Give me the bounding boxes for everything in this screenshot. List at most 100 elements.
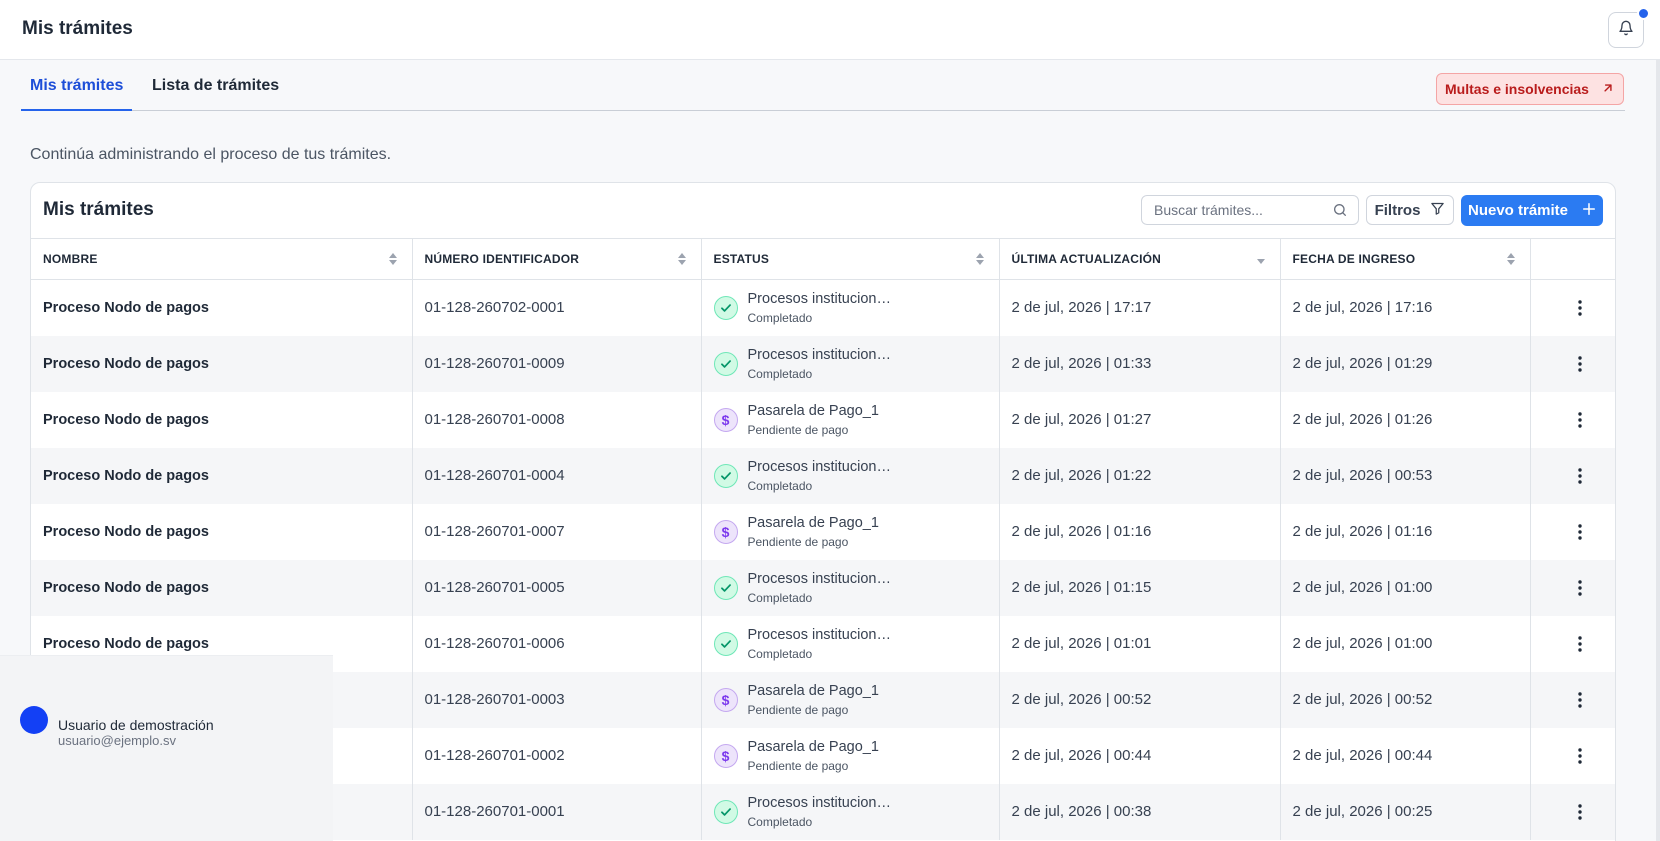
column-header-estatus[interactable]: ESTATUS — [701, 238, 1000, 280]
page-title: Mis trámites — [22, 18, 133, 39]
kebab-menu-icon[interactable] — [1543, 579, 1616, 596]
cell-ultima-actualizacion: 2 de jul, 2026 | 01:16 — [999, 503, 1281, 560]
cell-estatus: Procesos institucional... Completado — [701, 783, 1000, 840]
cell-nombre: Proceso Nodo de pagos — [31, 447, 413, 504]
table-row[interactable]: Proceso Nodo de pagos 01-128-260701-0009 P… — [31, 335, 1616, 392]
cell-fecha-ingreso: 2 de jul, 2026 | 01:16 — [1280, 503, 1531, 560]
scrollbar[interactable] — [1656, 60, 1660, 841]
cell-estatus: Procesos institucional... Completado — [701, 279, 1000, 336]
column-header-ultima-actualizacion[interactable]: ÚLTIMA ACTUALIZACIÓN — [999, 238, 1281, 280]
status-sublabel: Pendiente de pago — [747, 702, 849, 717]
cell-numero: 01-128-260701-0004 — [412, 447, 702, 504]
user-panel[interactable]: Usuario de demostración usuario@ejemplo.… — [0, 655, 333, 841]
status-sublabel: Completado — [747, 590, 813, 605]
sort-icon[interactable] — [975, 252, 985, 269]
tab-lista-tramites[interactable]: Lista de trámites — [143, 77, 288, 111]
sort-desc-icon[interactable] — [1256, 252, 1266, 269]
status-label: Pasarela de Pago_1 — [747, 738, 879, 755]
kebab-menu-icon[interactable] — [1543, 355, 1616, 372]
cell-actions — [1530, 335, 1616, 392]
cell-numero: 01-128-260701-0002 — [412, 727, 702, 784]
kebab-menu-icon[interactable] — [1543, 523, 1616, 540]
cell-numero: 01-128-260701-0006 — [412, 615, 702, 672]
cell-actions — [1530, 616, 1616, 672]
search-input[interactable] — [1142, 196, 1322, 224]
sort-icon[interactable] — [677, 252, 687, 269]
dollar-icon: $ — [713, 519, 738, 544]
notifications-button[interactable] — [1608, 7, 1650, 48]
cell-estatus: $ Pasarela de Pago_1 Pendiente de pago — [701, 671, 1000, 728]
column-header-fecha-ingreso[interactable]: FECHA DE INGRESO — [1280, 238, 1531, 280]
status-label: Pasarela de Pago_1 — [747, 514, 879, 531]
tab-mis-tramites[interactable]: Mis trámites — [21, 77, 133, 111]
cell-fecha-ingreso: 2 de jul, 2026 | 01:26 — [1280, 391, 1531, 448]
cell-fecha-ingreso: 2 de jul, 2026 | 01:00 — [1280, 615, 1531, 672]
top-bar: Mis trámites — [0, 0, 1660, 60]
cell-ultima-actualizacion: 2 de jul, 2026 | 01:27 — [999, 391, 1281, 448]
cell-numero: 01-128-260701-0009 — [412, 335, 702, 392]
cell-numero: 01-128-260701-0003 — [412, 671, 702, 728]
check-circle-icon — [713, 631, 738, 656]
status-sublabel: Completado — [747, 646, 813, 661]
cell-ultima-actualizacion: 2 de jul, 2026 | 00:44 — [999, 727, 1281, 784]
cell-numero: 01-128-260702-0001 — [412, 279, 702, 336]
avatar[interactable] — [20, 706, 48, 734]
new-tramite-label: Nuevo trámite — [1467, 202, 1569, 219]
kebab-menu-icon[interactable] — [1543, 691, 1616, 708]
table-row[interactable]: Proceso Nodo de pagos 01-128-260701-0007 $… — [31, 503, 1616, 560]
cell-estatus: $ Pasarela de Pago_1 Pendiente de pago — [701, 503, 1000, 560]
status-label: Procesos institucional... — [747, 794, 898, 811]
kebab-menu-icon[interactable] — [1543, 467, 1616, 484]
check-circle-icon — [713, 575, 738, 600]
table-row[interactable]: Proceso Nodo de pagos 01-128-260702-0001 P… — [31, 279, 1616, 336]
cell-actions — [1530, 671, 1616, 728]
cell-fecha-ingreso: 2 de jul, 2026 | 00:53 — [1280, 447, 1531, 504]
filters-label: Filtros — [1374, 201, 1421, 219]
cell-estatus: Procesos institucional... Completado — [701, 559, 1000, 616]
kebab-menu-icon[interactable] — [1543, 300, 1616, 316]
cell-actions — [1530, 392, 1616, 448]
card-title: Mis trámites — [43, 199, 154, 220]
sort-icon[interactable] — [1506, 252, 1516, 269]
status-label: Procesos institucional... — [747, 346, 898, 363]
cell-actions — [1530, 783, 1616, 840]
column-header-nombre[interactable]: NOMBRE — [31, 238, 413, 280]
filters-button[interactable]: Filtros — [1366, 195, 1454, 225]
kebab-menu-icon[interactable] — [1543, 747, 1616, 764]
multas-insolvencias-button[interactable]: Multas e insolvencias — [1436, 73, 1624, 105]
search-icon[interactable] — [1332, 202, 1348, 223]
kebab-menu-icon[interactable] — [1543, 803, 1616, 820]
cell-numero: 01-128-260701-0008 — [412, 391, 702, 448]
arrow-up-right-icon — [1601, 81, 1615, 98]
tab-bar: Mis trámites Lista de trámites — [21, 62, 1625, 111]
status-label: Procesos institucional... — [747, 458, 898, 475]
table-row[interactable]: Proceso Nodo de pagos 01-128-260701-0005 P… — [31, 559, 1616, 616]
kebab-menu-icon[interactable] — [1543, 411, 1616, 428]
cell-ultima-actualizacion: 2 de jul, 2026 | 01:22 — [999, 447, 1281, 504]
cell-actions — [1530, 447, 1616, 504]
multas-label: Multas e insolvencias — [1445, 81, 1589, 97]
table-row[interactable]: Proceso Nodo de pagos 01-128-260701-0008 $… — [31, 391, 1616, 448]
dollar-icon: $ — [713, 687, 738, 712]
status-sublabel: Completado — [747, 478, 813, 493]
cell-ultima-actualizacion: 2 de jul, 2026 | 17:17 — [999, 279, 1281, 336]
status-label: Pasarela de Pago_1 — [747, 402, 879, 419]
plus-icon — [1582, 202, 1596, 220]
dollar-icon: $ — [713, 407, 738, 432]
dollar-icon: $ — [713, 743, 738, 768]
cell-actions — [1530, 504, 1616, 560]
status-label: Pasarela de Pago_1 — [747, 682, 879, 699]
status-sublabel: Completado — [747, 366, 813, 381]
cell-ultima-actualizacion: 2 de jul, 2026 | 01:33 — [999, 335, 1281, 392]
table-row[interactable]: Proceso Nodo de pagos 01-128-260701-0004 P… — [31, 447, 1616, 504]
kebab-menu-icon[interactable] — [1543, 635, 1616, 652]
sort-icon[interactable] — [388, 252, 398, 269]
check-circle-icon — [713, 351, 738, 376]
cell-ultima-actualizacion: 2 de jul, 2026 | 00:52 — [999, 671, 1281, 728]
column-header-numero[interactable]: NÚMERO IDENTIFICADOR — [412, 238, 702, 280]
new-tramite-button[interactable]: Nuevo trámite — [1461, 195, 1603, 226]
column-header-actions — [1530, 238, 1615, 280]
cell-ultima-actualizacion: 2 de jul, 2026 | 00:38 — [999, 783, 1281, 840]
notification-dot — [1637, 7, 1650, 20]
status-label: Procesos institucional... — [747, 290, 898, 307]
